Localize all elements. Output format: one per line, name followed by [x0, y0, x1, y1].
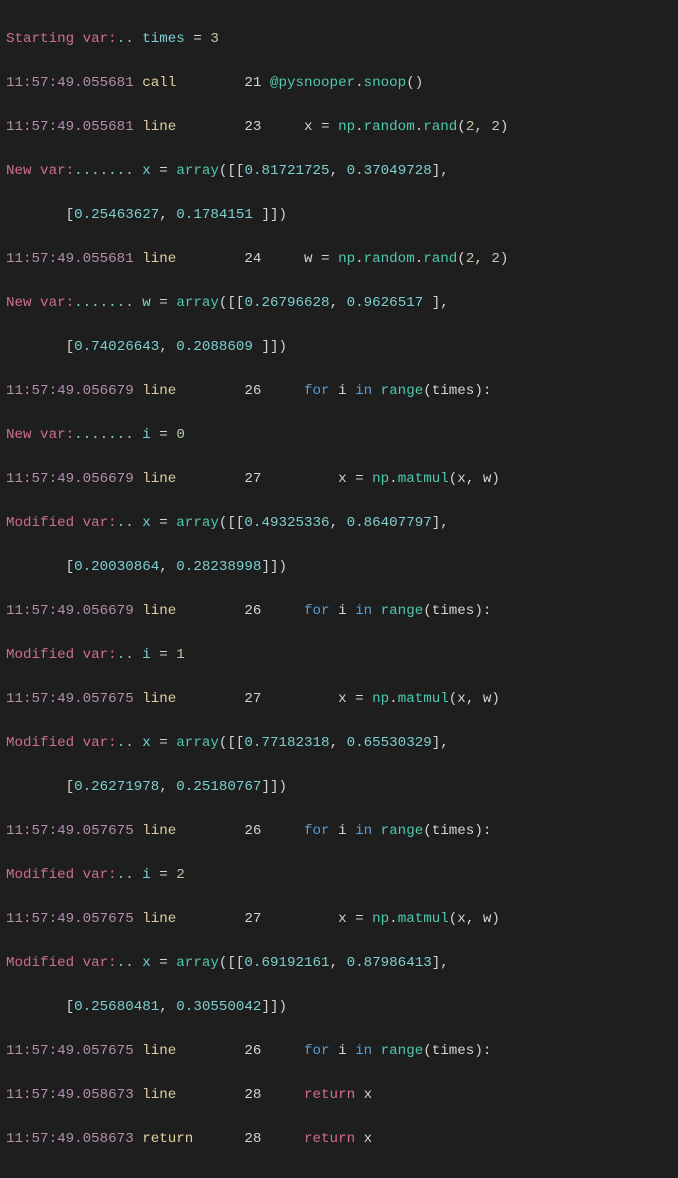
trace-line: Modified var:.. i = 1 [6, 644, 672, 666]
trace-output: Starting var:.. times = 3 11:57:49.05568… [0, 0, 678, 1178]
var-name: i [142, 647, 159, 663]
timestamp: 11:57:49.056679 [6, 471, 142, 487]
modified-var-label: Modified var: [6, 735, 117, 751]
var-name: x [142, 515, 159, 531]
var-name: i [142, 867, 159, 883]
trace-line: 11:57:49.057675 line 26 for i in range(t… [6, 820, 672, 842]
timestamp: 11:57:49.057675 [6, 1043, 142, 1059]
line-number: 23 [219, 119, 270, 135]
line-number: 26 [219, 383, 270, 399]
event-line: line [142, 823, 219, 839]
event-line: line [142, 691, 219, 707]
trace-line: 11:57:49.057675 line 27 x = np.matmul(x,… [6, 688, 672, 710]
trace-line: 11:57:49.058673 line 28 return x [6, 1084, 672, 1106]
event-line: line [142, 603, 219, 619]
trace-line: 11:57:49.055681 line 24 w = np.random.ra… [6, 248, 672, 270]
trace-line: 11:57:49.057675 line 26 for i in range(t… [6, 1040, 672, 1062]
line-number: 27 [219, 471, 270, 487]
var-name: x [142, 735, 159, 751]
line-number: 26 [219, 823, 270, 839]
line-number: 26 [219, 603, 270, 619]
trace-line: [0.25680481, 0.30550042]]) [6, 996, 672, 1018]
line-number: 27 [219, 691, 270, 707]
new-var-label: New var: [6, 163, 74, 179]
timestamp: 11:57:49.057675 [6, 691, 142, 707]
trace-line: Modified var:.. x = array([[0.77182318, … [6, 732, 672, 754]
trace-line: New var:....... w = array([[0.26796628, … [6, 292, 672, 314]
modified-var-label: Modified var: [6, 867, 117, 883]
trace-line: 11:57:49.056679 line 26 for i in range(t… [6, 380, 672, 402]
timestamp: 11:57:49.057675 [6, 911, 142, 927]
line-number: 28 [219, 1087, 270, 1103]
modified-var-label: Modified var: [6, 955, 117, 971]
timestamp: 11:57:49.056679 [6, 603, 142, 619]
event-line: line [142, 383, 219, 399]
trace-line: [0.74026643, 0.2088609 ]]) [6, 336, 672, 358]
decorator-module: pysnooper [278, 75, 355, 91]
timestamp: 11:57:49.055681 [6, 119, 142, 135]
trace-line: 11:57:49.055681 call 21 @pysnooper.snoop… [6, 72, 672, 94]
var-name: x [142, 955, 159, 971]
var-value: 3 [210, 31, 219, 47]
trace-line: [0.20030864, 0.28238998]]) [6, 556, 672, 578]
event-return: return [142, 1131, 219, 1147]
line-number: 24 [219, 251, 270, 267]
new-var-label: New var: [6, 295, 74, 311]
timestamp: 11:57:49.055681 [6, 251, 142, 267]
line-number: 21 [219, 75, 270, 91]
event-line: line [142, 471, 219, 487]
timestamp: 11:57:49.055681 [6, 75, 142, 91]
event-line: line [142, 1087, 219, 1103]
event-line: line [142, 1043, 219, 1059]
trace-line: 11:57:49.056679 line 27 x = np.matmul(x,… [6, 468, 672, 490]
timestamp: 11:57:49.057675 [6, 823, 142, 839]
trace-line: [0.25463627, 0.1784151 ]]) [6, 204, 672, 226]
trace-line: [0.26271978, 0.25180767]]) [6, 776, 672, 798]
new-var-label: New var: [6, 427, 74, 443]
timestamp: 11:57:49.058673 [6, 1087, 142, 1103]
trace-line: 11:57:49.057675 line 27 x = np.matmul(x,… [6, 908, 672, 930]
line-number: 27 [219, 911, 270, 927]
var-name: x [142, 163, 159, 179]
timestamp: 11:57:49.058673 [6, 1131, 142, 1147]
trace-line: Starting var:.. times = 3 [6, 28, 672, 50]
var-name: times [142, 31, 193, 47]
trace-line: Modified var:.. i = 2 [6, 864, 672, 886]
event-line: line [142, 119, 219, 135]
event-line: line [142, 251, 219, 267]
var-name: w [142, 295, 159, 311]
trace-line: Modified var:.. x = array([[0.49325336, … [6, 512, 672, 534]
modified-var-label: Modified var: [6, 647, 117, 663]
trace-line: 11:57:49.056679 line 26 for i in range(t… [6, 600, 672, 622]
trace-line: 11:57:49.058673 return 28 return x [6, 1128, 672, 1150]
decorator-func: snoop [364, 75, 407, 91]
trace-line: New var:....... x = array([[0.81721725, … [6, 160, 672, 182]
event-call: call [142, 75, 219, 91]
line-number: 26 [219, 1043, 270, 1059]
trace-line: New var:....... i = 0 [6, 424, 672, 446]
trace-line: 11:57:49.055681 line 23 x = np.random.ra… [6, 116, 672, 138]
timestamp: 11:57:49.056679 [6, 383, 142, 399]
modified-var-label: Modified var: [6, 515, 117, 531]
var-name: i [142, 427, 159, 443]
event-line: line [142, 911, 219, 927]
trace-line: Modified var:.. x = array([[0.69192161, … [6, 952, 672, 974]
line-number: 28 [219, 1131, 270, 1147]
start-label: Starting var: [6, 31, 117, 47]
